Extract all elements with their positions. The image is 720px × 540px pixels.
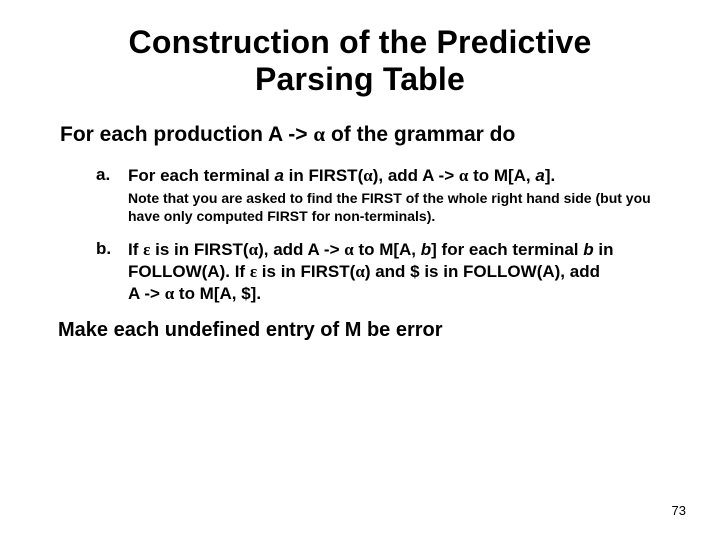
item-b-text: If ε is in FIRST(α), add A -> α to M[A, …: [128, 239, 670, 304]
t: is in FIRST(: [150, 240, 248, 259]
var-a: a: [274, 166, 283, 185]
item-a-text: For each terminal a in FIRST(α), add A -…: [128, 165, 670, 187]
var-b: b: [583, 240, 593, 259]
intro-pre: For each production A ->: [60, 123, 313, 146]
t: ), add A ->: [258, 240, 344, 259]
t: to M[A,: [468, 166, 535, 185]
ordered-list: a. For each terminal a in FIRST(α), add …: [96, 165, 670, 305]
t: ] for each terminal: [431, 240, 583, 259]
intro-post: of the grammar do: [325, 123, 515, 146]
t: ) and $ is in FOLLOW(A), add: [365, 262, 600, 281]
t: For each terminal: [128, 166, 274, 185]
alpha-symbol: α: [249, 240, 259, 259]
title-line-2: Parsing Table: [255, 61, 465, 97]
alpha-symbol: α: [363, 166, 373, 185]
page-number: 73: [672, 503, 686, 518]
slide-title: Construction of the Predictive Parsing T…: [50, 24, 670, 98]
list-item-a: a. For each terminal a in FIRST(α), add …: [96, 165, 670, 226]
marker-a: a.: [96, 165, 114, 226]
t: If: [128, 240, 143, 259]
alpha-symbol: α: [355, 262, 365, 281]
alpha-symbol: α: [165, 284, 175, 303]
alpha-symbol: α: [344, 240, 354, 259]
t: is in FIRST(: [257, 262, 355, 281]
slide: Construction of the Predictive Parsing T…: [0, 0, 720, 540]
title-line-1: Construction of the Predictive: [129, 24, 592, 60]
alpha-symbol: α: [459, 166, 469, 185]
t: in FIRST(: [284, 166, 363, 185]
outro-line: Make each undefined entry of M be error: [58, 319, 670, 342]
list-item-b: b. If ε is in FIRST(α), add A -> α to M[…: [96, 239, 670, 304]
item-a-note: Note that you are asked to find the FIRS…: [128, 190, 670, 225]
epsilon-symbol: ε: [250, 262, 257, 281]
alpha-symbol: α: [313, 122, 325, 146]
var-b: b: [421, 240, 431, 259]
t: ].: [545, 166, 555, 185]
t: A ->: [128, 284, 165, 303]
t: ), add A ->: [373, 166, 459, 185]
t: to M[A,: [354, 240, 421, 259]
item-a-body: For each terminal a in FIRST(α), add A -…: [128, 165, 670, 226]
var-a: a: [535, 166, 544, 185]
intro-line: For each production A -> α of the gramma…: [60, 122, 670, 147]
marker-b: b.: [96, 239, 114, 304]
t: to M[A, $].: [174, 284, 261, 303]
